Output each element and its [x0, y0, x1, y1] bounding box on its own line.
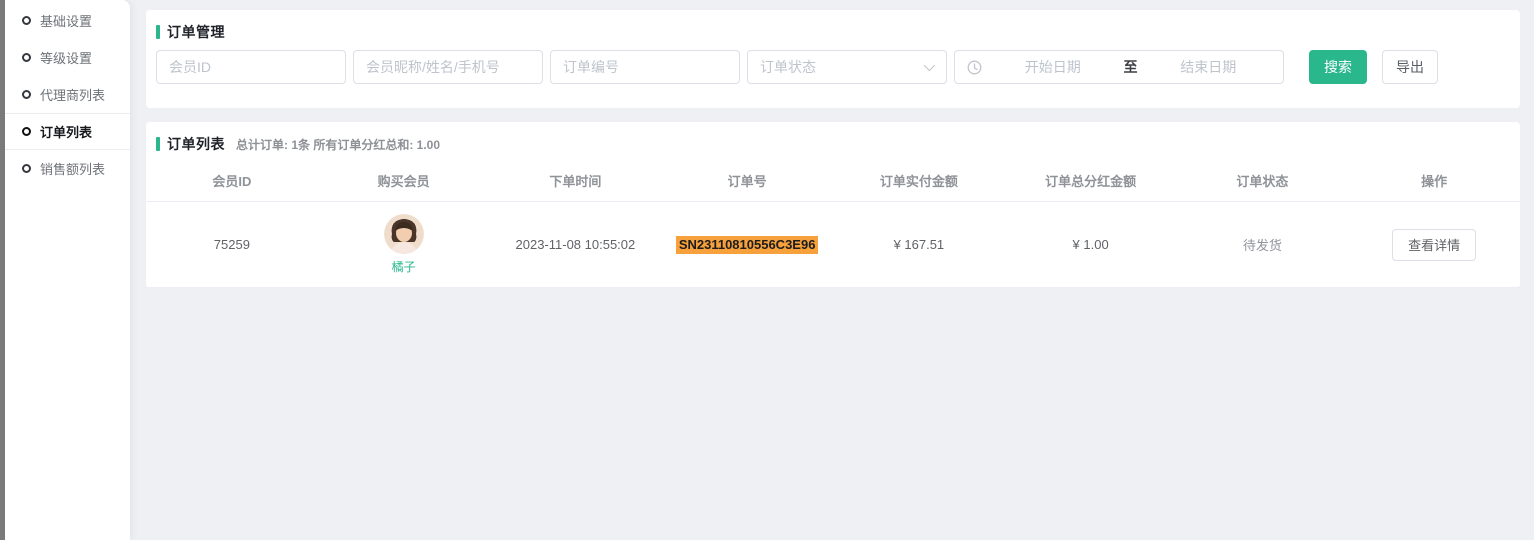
sidebar-item-sales-list[interactable]: 销售额列表	[5, 150, 130, 187]
sidebar-item-label: 代理商列表	[40, 85, 105, 104]
sidebar-item-label: 等级设置	[40, 48, 92, 67]
date-separator: 至	[1124, 57, 1138, 77]
filter-section-title: 订单管理	[156, 22, 1510, 42]
cell-status: 待发货	[1177, 235, 1349, 254]
list-title: 订单列表	[167, 134, 225, 154]
chevron-down-icon	[924, 60, 935, 71]
sidebar-item-basic-settings[interactable]: 基础设置	[5, 2, 130, 39]
date-start-placeholder: 开始日期	[990, 57, 1116, 77]
table-row: 75259	[146, 202, 1520, 288]
order-summary: 总计订单: 1条 所有订单分红总和: 1.00	[236, 136, 440, 153]
col-header-actions: 操作	[1348, 171, 1520, 190]
title-accent-bar	[156, 137, 160, 151]
order-filter-card: 订单管理 订单状态 开始日期 至 结束日期	[146, 10, 1520, 108]
title-accent-bar	[156, 25, 160, 39]
col-header-order-time: 下单时间	[490, 171, 662, 190]
col-header-dividend-amount: 订单总分红金额	[1005, 171, 1177, 190]
cell-order-no: SN23110810556C3E96	[661, 236, 833, 254]
circle-icon	[22, 127, 31, 136]
date-end-placeholder: 结束日期	[1146, 57, 1272, 77]
circle-icon	[22, 90, 31, 99]
circle-icon	[22, 53, 31, 62]
col-header-paid-amount: 订单实付金额	[833, 171, 1005, 190]
sidebar: 基础设置 等级设置 代理商列表 订单列表 销售额列表	[5, 0, 130, 540]
cell-member-id: 75259	[146, 237, 318, 252]
list-section-title: 订单列表 总计订单: 1条 所有订单分红总和: 1.00	[146, 134, 1520, 154]
view-detail-button[interactable]: 查看详情	[1392, 229, 1476, 261]
buyer-cell: 橘子	[318, 214, 490, 275]
main-content: 订单管理 订单状态 开始日期 至 结束日期	[130, 0, 1534, 540]
cell-actions: 查看详情	[1348, 229, 1520, 261]
order-no-highlighted: SN23110810556C3E96	[676, 236, 819, 254]
buyer-name: 橘子	[392, 258, 416, 275]
filter-title: 订单管理	[167, 22, 225, 42]
order-status-select[interactable]: 订单状态	[747, 50, 947, 84]
cell-buyer: 橘子	[318, 214, 490, 275]
col-header-status: 订单状态	[1177, 171, 1349, 190]
buyer-avatar[interactable]	[384, 214, 424, 254]
clock-icon	[967, 60, 982, 75]
sidebar-item-level-settings[interactable]: 等级设置	[5, 39, 130, 76]
date-range-picker[interactable]: 开始日期 至 结束日期	[954, 50, 1284, 84]
export-button[interactable]: 导出	[1382, 50, 1438, 84]
table-header-row: 会员ID 购买会员 下单时间 订单号 订单实付金额 订单总分红金额 订单状态 操…	[146, 160, 1520, 202]
app-layout: 基础设置 等级设置 代理商列表 订单列表 销售额列表 订单管理	[0, 0, 1534, 540]
sidebar-item-label: 订单列表	[40, 122, 92, 141]
member-id-input[interactable]	[156, 50, 346, 84]
circle-icon	[22, 164, 31, 173]
member-info-input[interactable]	[353, 50, 543, 84]
order-no-input[interactable]	[550, 50, 740, 84]
filter-row: 订单状态 开始日期 至 结束日期 搜索 导出	[156, 50, 1510, 84]
sidebar-item-label: 销售额列表	[40, 159, 105, 178]
order-table: 会员ID 购买会员 下单时间 订单号 订单实付金额 订单总分红金额 订单状态 操…	[146, 160, 1520, 288]
sidebar-item-label: 基础设置	[40, 11, 92, 30]
col-header-member-id: 会员ID	[146, 171, 318, 190]
sidebar-item-agent-list[interactable]: 代理商列表	[5, 76, 130, 113]
cell-paid-amount: ¥ 167.51	[833, 237, 1005, 252]
col-header-order-no: 订单号	[661, 171, 833, 190]
order-list-card: 订单列表 总计订单: 1条 所有订单分红总和: 1.00 会员ID 购买会员 下…	[146, 122, 1520, 288]
search-button[interactable]: 搜索	[1309, 50, 1367, 84]
circle-icon	[22, 16, 31, 25]
cell-order-time: 2023-11-08 10:55:02	[490, 237, 662, 252]
col-header-buyer: 购买会员	[318, 171, 490, 190]
cell-dividend-amount: ¥ 1.00	[1005, 237, 1177, 252]
order-status-placeholder: 订单状态	[760, 57, 816, 77]
sidebar-item-order-list[interactable]: 订单列表	[5, 113, 130, 150]
avatar-photo-icon	[384, 214, 424, 254]
